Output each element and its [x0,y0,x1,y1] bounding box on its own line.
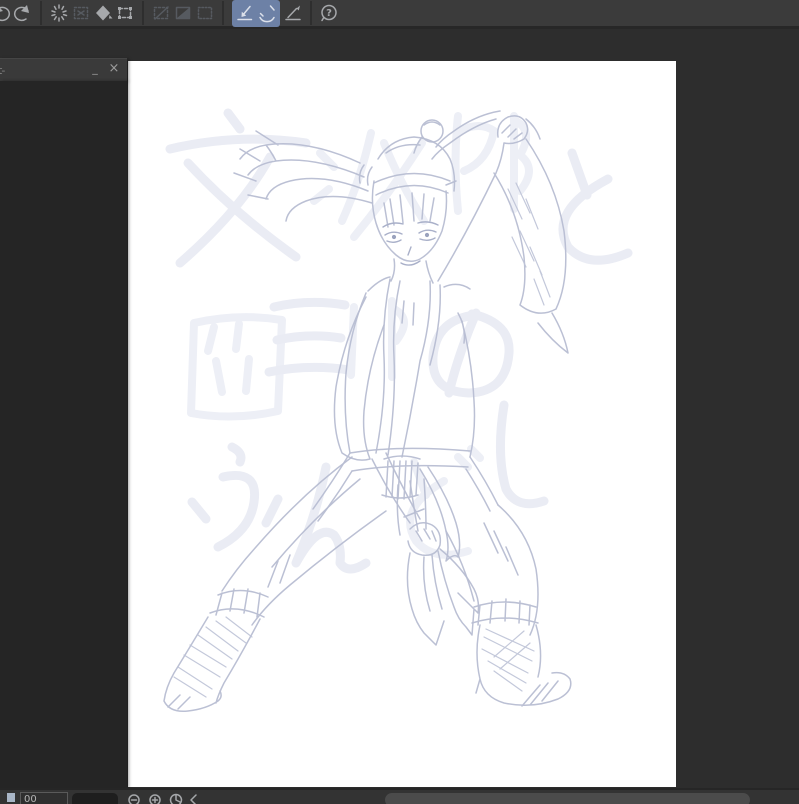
navigator-preview [72,793,118,804]
clear-icon[interactable] [48,0,70,26]
deselect-icon[interactable] [150,0,172,26]
panel-title-fragment: t- [0,63,5,77]
rotate-reset-icon[interactable] [168,792,184,804]
toolbar-divider [310,1,312,25]
app-window: { "toolbar": { "help_glyph": "?", "icons… [0,0,799,804]
toolbar-divider [222,1,224,25]
tool-panel: t- _ × [0,58,127,788]
selection-border-icon[interactable] [194,0,216,26]
toolbar-divider [142,1,144,25]
clear-outside-selection-icon[interactable] [70,0,92,26]
zoom-value: 00 [24,794,37,804]
tool-panel-body [0,81,127,788]
drawing-canvas[interactable]: 文次郎と留三郎のふんどし rough light-blue pencil ske… [128,61,676,787]
undo-icon[interactable] [0,0,12,26]
snap-to-grid-icon[interactable] [282,0,304,26]
snap-active-group [232,0,280,27]
zoom-in-icon[interactable] [147,792,163,804]
invert-selection-icon[interactable] [172,0,194,26]
command-bar: ? [0,0,799,29]
watermark-layer [165,108,633,574]
chevron-left-icon[interactable] [186,792,202,804]
status-square-icon[interactable] [7,793,15,802]
redo-icon[interactable] [12,0,34,26]
toolbar-divider [40,1,42,25]
fill-icon[interactable] [92,0,114,26]
sketch-artwork: 文次郎と留三郎のふんどし rough light-blue pencil ske… [163,108,633,713]
snap-to-special-ruler-icon[interactable] [256,0,278,26]
zoom-out-icon[interactable] [126,792,142,804]
horizontal-scrollbar-thumb[interactable] [385,793,750,804]
panel-close-button[interactable]: × [106,59,122,81]
snap-to-ruler-icon[interactable] [234,0,256,26]
zoom-value-field[interactable]: 00 [20,792,68,804]
panel-minimize-button[interactable]: _ [87,59,103,81]
tool-panel-titlebar[interactable]: t- _ × [0,58,127,81]
help-glyph: ? [326,8,332,19]
transform-icon[interactable] [114,0,136,26]
canvas-navigation-bar: 00 [0,788,799,804]
help-icon[interactable]: ? [318,0,340,26]
